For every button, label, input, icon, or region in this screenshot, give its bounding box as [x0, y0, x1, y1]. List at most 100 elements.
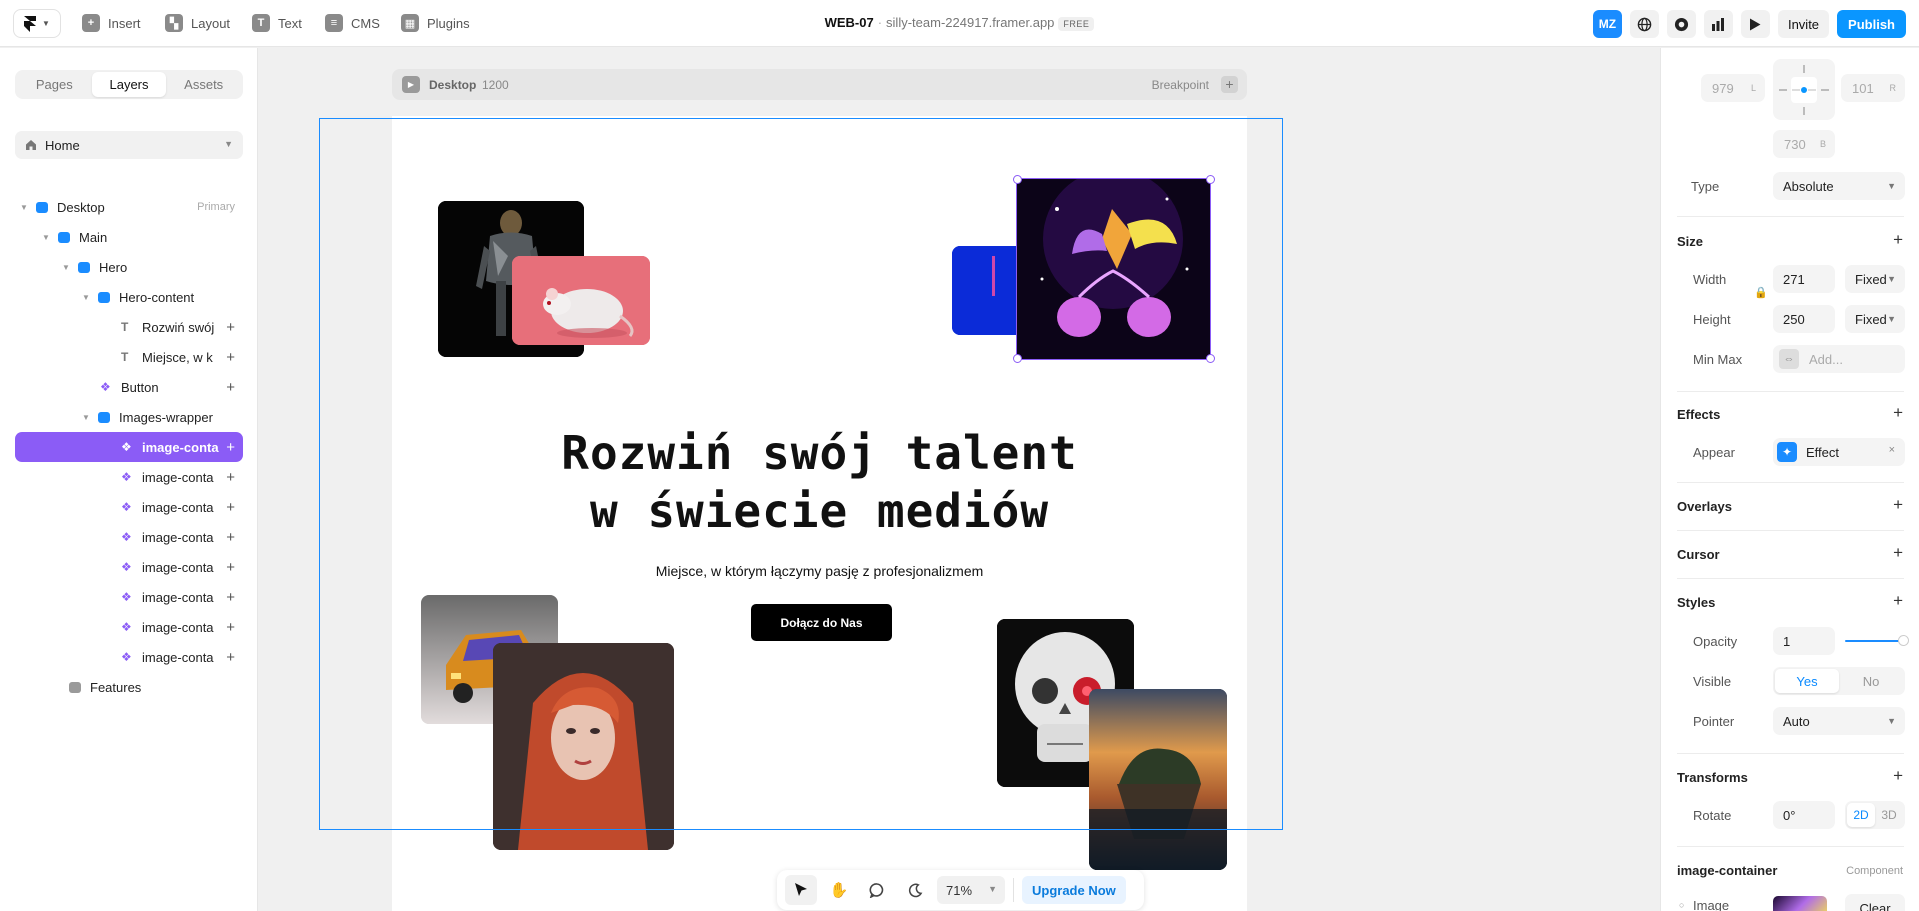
width-input[interactable]: 271	[1773, 265, 1835, 293]
add-icon[interactable]: +	[226, 589, 235, 606]
add-icon[interactable]: +	[226, 319, 235, 336]
breakpoint-name[interactable]: Desktop	[429, 78, 476, 92]
image-thumbnail[interactable]	[1773, 896, 1827, 911]
select-tool[interactable]	[785, 875, 817, 905]
height-input[interactable]: 250	[1773, 305, 1835, 333]
layer-hero-content[interactable]: ▼ Hero-content	[15, 282, 243, 312]
page-selector[interactable]: Home ▼	[15, 131, 243, 159]
add-icon[interactable]: +	[226, 499, 235, 516]
theme-toggle[interactable]	[899, 875, 931, 905]
layer-images-wrapper[interactable]: ▼ Images-wrapper	[15, 402, 243, 432]
pointer-select[interactable]: Auto ▼	[1773, 707, 1905, 735]
hand-tool[interactable]: ✋	[823, 875, 855, 905]
globe-button[interactable]	[1629, 10, 1659, 38]
add-cursor-icon[interactable]: +	[1893, 543, 1903, 563]
preview-play-button[interactable]: ▶	[402, 76, 420, 93]
slider-thumb[interactable]	[1898, 635, 1909, 646]
add-transform-icon[interactable]: +	[1893, 766, 1903, 786]
zoom-select[interactable]: 71% ▼	[937, 876, 1005, 904]
layer-button[interactable]: ❖ Button +	[15, 372, 243, 402]
layer-main[interactable]: ▼ Main	[15, 222, 243, 252]
image-container[interactable]	[512, 256, 650, 345]
close-icon[interactable]: ×	[1889, 444, 1895, 456]
preview-button[interactable]	[1740, 10, 1770, 38]
clear-image-button[interactable]: Clear	[1845, 894, 1905, 911]
avatar[interactable]: MZ	[1592, 10, 1622, 38]
layer-image-container[interactable]: ❖ image-conta +	[15, 642, 243, 672]
add-breakpoint-button[interactable]: +	[1221, 76, 1238, 93]
opacity-slider[interactable]	[1845, 635, 1909, 646]
position-left-input[interactable]: 979 L	[1701, 74, 1765, 102]
join-us-button[interactable]: Dołącz do Nas	[751, 604, 892, 641]
mode-3d-option[interactable]: 3D	[1875, 803, 1903, 827]
breakpoint-label[interactable]: Breakpoint	[1152, 78, 1209, 92]
layer-text-subtitle[interactable]: T Miejsce, w k +	[15, 342, 243, 372]
add-icon[interactable]: +	[226, 379, 235, 396]
add-icon[interactable]: +	[226, 649, 235, 666]
record-button[interactable]	[1666, 10, 1696, 38]
layer-hero[interactable]: ▼ Hero	[15, 252, 243, 282]
layer-features[interactable]: Features	[15, 672, 243, 702]
analytics-button[interactable]	[1703, 10, 1733, 38]
publish-button[interactable]: Publish	[1837, 10, 1906, 38]
opacity-input[interactable]: 1	[1773, 627, 1835, 655]
resize-handle[interactable]	[1013, 354, 1022, 363]
project-url[interactable]: silly-team-224917.framer.app	[886, 15, 1054, 30]
cms-button[interactable]: ≡ CMS	[325, 12, 380, 34]
add-size-icon[interactable]: +	[1893, 230, 1903, 250]
layer-desktop[interactable]: ▼ Desktop Primary	[15, 192, 243, 222]
add-icon[interactable]: +	[226, 529, 235, 546]
text-button[interactable]: T Text	[252, 12, 302, 34]
resize-handle[interactable]	[1206, 354, 1215, 363]
layer-image-container[interactable]: ❖ image-conta +	[15, 612, 243, 642]
position-bottom-input[interactable]: 730 B	[1773, 130, 1835, 158]
layer-text-title[interactable]: T Rozwiń swój +	[15, 312, 243, 342]
add-style-icon[interactable]: +	[1893, 591, 1903, 611]
plugins-button[interactable]: ▦ Plugins	[401, 12, 470, 34]
minmax-add-field[interactable]: ⇔ Add...	[1773, 345, 1905, 373]
comment-tool[interactable]	[861, 875, 893, 905]
add-icon[interactable]: +	[226, 439, 235, 456]
project-name[interactable]: WEB-07	[825, 15, 874, 30]
layer-image-container[interactable]: ❖ image-conta +	[15, 492, 243, 522]
desktop-frame[interactable]: Rozwiń swój talent w świecie mediów Miej…	[392, 116, 1247, 911]
upgrade-button[interactable]: Upgrade Now	[1022, 876, 1126, 904]
tab-layers[interactable]: Layers	[91, 72, 167, 97]
image-container-selected[interactable]	[1016, 178, 1211, 360]
tab-assets[interactable]: Assets	[166, 72, 241, 97]
appear-effect-field[interactable]: ✦ Effect ×	[1773, 438, 1905, 466]
pin-constraints[interactable]	[1773, 59, 1835, 120]
layer-image-container[interactable]: ❖ image-conta +	[15, 462, 243, 492]
width-mode-select[interactable]: Fixed ▼	[1845, 265, 1905, 293]
resize-handle[interactable]	[1206, 175, 1215, 184]
invite-button[interactable]: Invite	[1777, 10, 1830, 38]
layer-image-container[interactable]: ❖ image-conta +	[15, 522, 243, 552]
layer-image-container[interactable]: ❖ image-conta +	[15, 552, 243, 582]
lock-aspect-icon[interactable]: 🔒	[1754, 286, 1768, 299]
insert-button[interactable]: + Insert	[82, 12, 141, 34]
visible-yes-option[interactable]: Yes	[1775, 669, 1839, 693]
add-effect-icon[interactable]: +	[1893, 403, 1903, 423]
add-icon[interactable]: +	[226, 559, 235, 576]
position-type-select[interactable]: Absolute ▼	[1773, 172, 1905, 200]
tab-pages[interactable]: Pages	[17, 72, 92, 97]
resize-handle[interactable]	[1013, 175, 1022, 184]
add-icon[interactable]: +	[226, 619, 235, 636]
canvas[interactable]: ▶ Desktop 1200 Breakpoint + Rozwiń swój …	[259, 48, 1660, 911]
hand-icon: ✋	[829, 882, 849, 899]
layer-image-container[interactable]: ❖ image-conta +	[15, 432, 243, 462]
layer-image-container[interactable]: ❖ image-conta +	[15, 582, 243, 612]
position-right-input[interactable]: 101 R	[1841, 74, 1905, 102]
add-icon[interactable]: +	[226, 349, 235, 366]
image-container[interactable]	[1089, 689, 1227, 870]
image-container[interactable]	[493, 643, 674, 850]
component-icon: ❖	[121, 470, 132, 484]
visible-no-option[interactable]: No	[1839, 669, 1903, 693]
rotate-input[interactable]: 0°	[1773, 801, 1835, 829]
layout-button[interactable]: ▚ Layout	[165, 12, 230, 34]
height-mode-select[interactable]: Fixed ▼	[1845, 305, 1905, 333]
framer-menu-button[interactable]: ▼	[13, 9, 61, 38]
add-overlay-icon[interactable]: +	[1893, 495, 1903, 515]
mode-2d-option[interactable]: 2D	[1847, 803, 1875, 827]
add-icon[interactable]: +	[226, 469, 235, 486]
